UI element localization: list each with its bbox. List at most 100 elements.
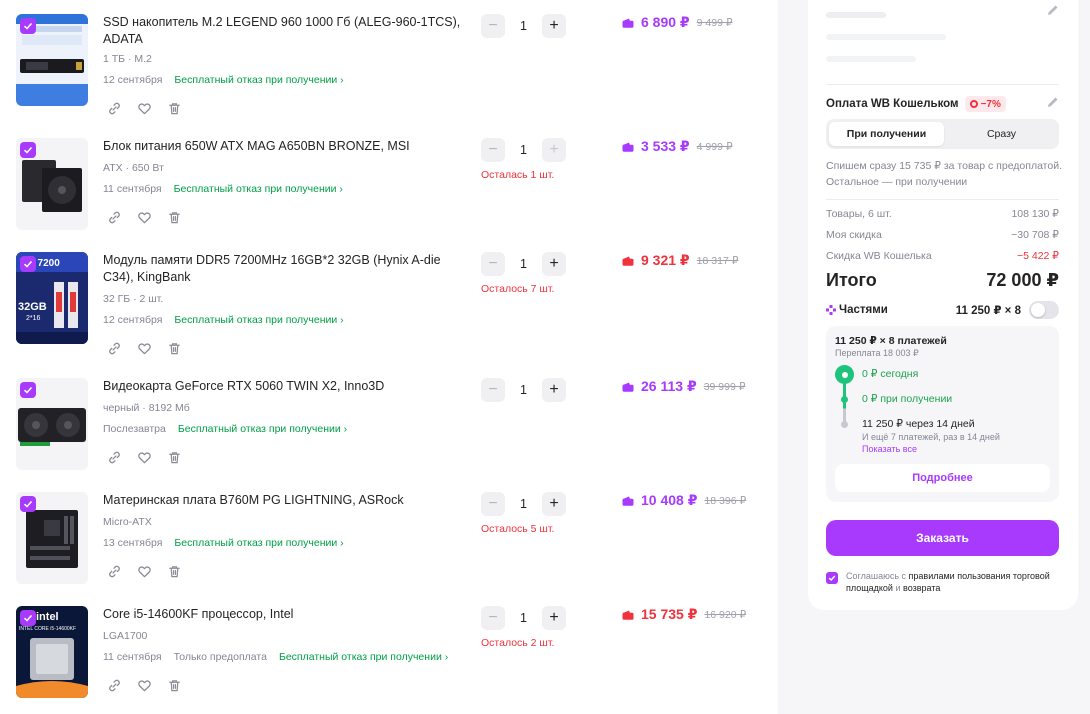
row-value: −30 708 ₽ <box>1011 229 1059 241</box>
refund-link[interactable]: Бесплатный отказ при получении <box>178 423 347 435</box>
pencil-icon[interactable] <box>1046 95 1060 109</box>
product-title[interactable]: Модуль памяти DDR5 7200MHz 16GB*2 32GB (… <box>103 252 473 286</box>
product-specs: 1 ТБ · M.2 <box>103 53 152 65</box>
total-label: Итого <box>826 270 877 290</box>
refund-link[interactable]: Бесплатный отказ при получении <box>174 314 343 326</box>
item-actions <box>105 99 183 117</box>
link-icon[interactable] <box>105 562 123 580</box>
item-checkbox[interactable] <box>20 18 36 34</box>
place-order-button[interactable]: Заказать <box>826 520 1059 556</box>
trash-icon[interactable] <box>165 562 183 580</box>
delivery-info: 11 сентября Бесплатный отказ при получен… <box>103 183 343 195</box>
refund-link[interactable]: Бесплатный отказ при получении <box>174 537 343 549</box>
timeline-dot-current <box>835 365 854 384</box>
price-block: 9 321 ₽ 18 317 ₽ <box>622 252 738 269</box>
terms-checkbox[interactable] <box>826 572 838 584</box>
current-price: 10 408 ₽ <box>641 492 698 508</box>
order-total: Итого 72 000 ₽ <box>826 270 1059 291</box>
refund-link[interactable]: Бесплатный отказ при получении <box>174 183 343 195</box>
installments-label: Частями <box>839 304 888 316</box>
pencil-icon[interactable] <box>1046 3 1060 17</box>
heart-icon[interactable] <box>135 448 153 466</box>
product-title[interactable]: SSD накопитель M.2 LEGEND 960 1000 Гб (A… <box>103 14 473 48</box>
returns-link[interactable]: возврата <box>903 583 940 593</box>
link-icon[interactable] <box>105 208 123 226</box>
increase-button[interactable]: + <box>542 138 566 162</box>
increase-button[interactable]: + <box>542 252 566 276</box>
price-block: 26 113 ₽ 39 999 ₽ <box>622 378 745 395</box>
payment-method-label: Оплата WB Кошельком <box>826 98 959 110</box>
item-actions <box>105 339 183 357</box>
wallet-icon <box>622 382 634 392</box>
item-checkbox[interactable] <box>20 496 36 512</box>
plan-step-today: 0 ₽ сегодня <box>862 368 919 380</box>
quantity-stepper: − 1 + <box>481 252 567 276</box>
trash-icon[interactable] <box>165 99 183 117</box>
item-checkbox[interactable] <box>20 382 36 398</box>
refund-link[interactable]: Бесплатный отказ при получении <box>174 74 343 86</box>
item-checkbox[interactable] <box>20 142 36 158</box>
item-checkbox[interactable] <box>20 610 36 626</box>
product-title[interactable]: Материнская плата B760M PG LIGHTNING, AS… <box>103 492 473 509</box>
wallet-icon <box>622 610 634 620</box>
old-price: 39 999 ₽ <box>703 380 746 393</box>
trash-icon[interactable] <box>165 208 183 226</box>
trash-icon[interactable] <box>165 448 183 466</box>
increase-button[interactable]: + <box>542 606 566 630</box>
decrease-button[interactable]: − <box>481 138 505 162</box>
product-specs: Micro-ATX <box>103 516 152 528</box>
increase-button[interactable]: + <box>542 14 566 38</box>
row-label: Моя скидка <box>826 229 882 241</box>
option-on-receipt[interactable]: При получении <box>829 122 944 146</box>
delivery-info: 11 сентября Только предоплата Бесплатный… <box>103 651 448 663</box>
row-value: −5 422 ₽ <box>1016 250 1059 262</box>
terms-mid: и <box>895 583 901 593</box>
terms-text: Соглашаюсь с правилами пользования торго… <box>846 570 1066 594</box>
wallet-discount-badge: −7% <box>964 96 1006 112</box>
summary-row-goods: Товары, 6 шт. 108 130 ₽ <box>826 208 1059 220</box>
item-checkbox[interactable] <box>20 256 36 272</box>
link-icon[interactable] <box>105 99 123 117</box>
trash-icon[interactable] <box>165 339 183 357</box>
installments-toggle[interactable] <box>1029 301 1059 319</box>
decrease-button[interactable]: − <box>481 14 505 38</box>
heart-icon[interactable] <box>135 676 153 694</box>
current-price: 15 735 ₽ <box>641 606 698 622</box>
quantity-stepper: − 1 + <box>481 492 567 516</box>
product-title[interactable]: Core i5-14600KF процессор, Intel <box>103 606 473 623</box>
stock-note: Осталось 5 шт. <box>481 523 555 535</box>
trash-icon[interactable] <box>165 676 183 694</box>
decrease-button[interactable]: − <box>481 492 505 516</box>
increase-button[interactable]: + <box>542 378 566 402</box>
row-value: 108 130 ₽ <box>1011 208 1059 220</box>
cart-list: SSD накопитель M.2 LEGEND 960 1000 Гб (A… <box>0 0 778 714</box>
product-title[interactable]: Блок питания 650W ATX MAG A650BN BRONZE,… <box>103 138 473 155</box>
stock-note: Осталась 1 шт. <box>481 169 555 181</box>
link-icon[interactable] <box>105 676 123 694</box>
old-price: 4 999 ₽ <box>696 140 733 153</box>
heart-icon[interactable] <box>135 99 153 117</box>
decrease-button[interactable]: − <box>481 252 505 276</box>
delivery-date: 12 сентября <box>103 314 163 326</box>
delivery-date: 11 сентября <box>103 651 162 663</box>
show-all-link[interactable]: Показать все <box>862 444 917 454</box>
increase-button[interactable]: + <box>542 492 566 516</box>
timeline-dot <box>841 396 848 403</box>
decrease-button[interactable]: − <box>481 378 505 402</box>
stock-note: Осталось 2 шт. <box>481 637 555 649</box>
plan-step-on-receipt: 0 ₽ при получении <box>862 393 953 405</box>
decrease-button[interactable]: − <box>481 606 505 630</box>
details-button[interactable]: Подробнее <box>835 464 1050 492</box>
item-actions <box>105 448 183 466</box>
link-icon[interactable] <box>105 339 123 357</box>
delivery-date: 11 сентября <box>103 183 162 195</box>
heart-icon[interactable] <box>135 339 153 357</box>
row-label: Скидка WB Кошелька <box>826 250 932 262</box>
heart-icon[interactable] <box>135 208 153 226</box>
product-title[interactable]: Видеокарта GeForce RTX 5060 TWIN X2, Inn… <box>103 378 473 395</box>
option-immediately[interactable]: Сразу <box>944 122 1059 146</box>
refund-link[interactable]: Бесплатный отказ при получении <box>279 651 448 663</box>
link-icon[interactable] <box>105 448 123 466</box>
heart-icon[interactable] <box>135 562 153 580</box>
item-actions <box>105 676 183 694</box>
